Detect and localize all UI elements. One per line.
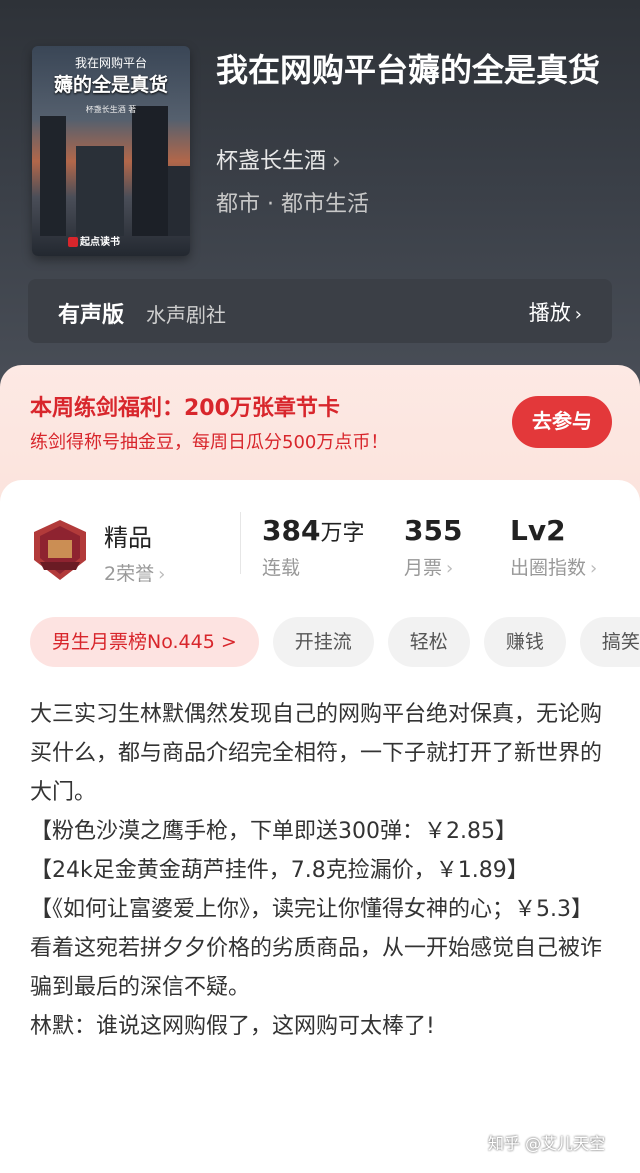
book-cover[interactable]: 我在网购平台 薅的全是真货 杯盏长生酒 著 起点读书 xyxy=(32,46,190,256)
cover-author-text: 杯盏长生酒 著 xyxy=(85,105,137,114)
play-label: 播放 xyxy=(528,301,571,325)
monthly-ticket-value: 355 xyxy=(404,514,463,547)
author-link[interactable]: 杯盏长生酒 › xyxy=(216,143,341,175)
cover-building xyxy=(76,146,124,236)
book-title: 我在网购平台薅的全是真货 xyxy=(216,51,601,89)
word-count-stat: 384万字 连载 xyxy=(262,514,364,580)
promo-title: 本周练剑福利：200万张章节卡 xyxy=(30,396,340,421)
description-line: 林默：谁说这网购假了，这网购可太棒了! xyxy=(30,1014,435,1039)
description-line: 看着这宛若拼夕夕价格的劣质商品，从一开始感觉自己被诈骗到最后的深信不疑。 xyxy=(30,936,603,1000)
chevron-right-icon: › xyxy=(158,564,166,585)
divider xyxy=(240,512,241,574)
chevron-right-icon: › xyxy=(574,304,582,325)
description-line: 【粉色沙漠之鹰手枪，下单即送300弹：￥2.85】 xyxy=(30,819,517,844)
chevron-right-icon: › xyxy=(446,558,454,579)
join-button[interactable]: 去参与 xyxy=(512,396,612,448)
monthly-ticket-stat[interactable]: 355 月票 › xyxy=(404,514,462,580)
audio-version-bar[interactable]: 有声版 水声剧社 播放 › xyxy=(28,279,612,343)
word-count-unit: 万字 xyxy=(320,521,365,546)
cover-publisher-text: 起点读书 xyxy=(80,237,120,248)
watermark: 知乎 @艾儿天空 xyxy=(488,1134,606,1153)
book-description: 大三实习生林默偶然发现自己的网购平台绝对保真，无论购买什么，都与商品介绍完全相符… xyxy=(30,695,610,1046)
cover-building xyxy=(40,116,66,236)
publisher-logo-icon xyxy=(68,237,78,247)
author-name: 杯盏长生酒 xyxy=(216,149,327,174)
play-button[interactable]: 播放 › xyxy=(529,297,582,327)
quality-value: 精品 xyxy=(104,524,152,552)
honor-count: 2荣誉 xyxy=(104,563,155,585)
description-line: 【《如何让富婆爱上你》，读完让你懂得女神的心；￥5.3】 xyxy=(30,897,593,922)
popularity-label: 出圈指数 xyxy=(510,557,587,579)
cover-building xyxy=(168,166,190,236)
chevron-right-icon: › xyxy=(332,149,341,174)
description-line: 【24k足金黄金葫芦挂件，7.8克捡漏价，￥1.89】 xyxy=(30,858,529,883)
word-count-value: 384 xyxy=(262,514,321,547)
level-value: Lv2 xyxy=(510,514,566,547)
book-header: 我在网购平台 薅的全是真货 杯盏长生酒 著 起点读书 我在网购平台薅的全是真货 … xyxy=(0,0,640,400)
rank-tag[interactable]: 男生月票榜No.445 > xyxy=(30,617,259,667)
quality-stat[interactable]: 精品 2荣誉 › xyxy=(104,518,165,586)
genre-tag[interactable]: 轻松 xyxy=(387,617,470,667)
chevron-right-icon: › xyxy=(590,558,598,579)
cover-top-text: 我在网购平台 xyxy=(74,56,147,70)
monthly-ticket-label: 月票 xyxy=(404,557,443,579)
audio-studio: 水声剧社 xyxy=(146,303,226,327)
genre-tag[interactable]: 赚钱 xyxy=(483,617,566,667)
genre-tag[interactable]: 搞笑 xyxy=(579,617,640,667)
book-genre: 都市 · 都市生活 xyxy=(216,192,369,217)
audio-label: 有声版 xyxy=(58,303,125,328)
popularity-index-stat[interactable]: Lv2 出圈指数 › xyxy=(510,514,597,580)
book-detail-panel: 精品 2荣誉 › 384万字 连载 355 月票 › Lv2 出圈指数 › 男生月票榜… xyxy=(0,480,640,1173)
cover-building xyxy=(132,106,168,236)
tag-list: 男生月票榜No.445 > 开挂流 轻松 赚钱 搞笑 xyxy=(30,617,640,669)
quality-badge-icon xyxy=(34,520,86,580)
cover-title-text: 薅的全是真货 xyxy=(53,74,168,96)
description-line: 大三实习生林默偶然发现自己的网购平台绝对保真，无论购买什么，都与商品介绍完全相符… xyxy=(30,702,603,805)
serial-status: 连载 xyxy=(262,557,301,579)
genre-tag[interactable]: 开挂流 xyxy=(272,617,374,667)
promo-subtitle: 练剑得称号抽金豆，每周日瓜分500万点币！ xyxy=(30,432,389,453)
